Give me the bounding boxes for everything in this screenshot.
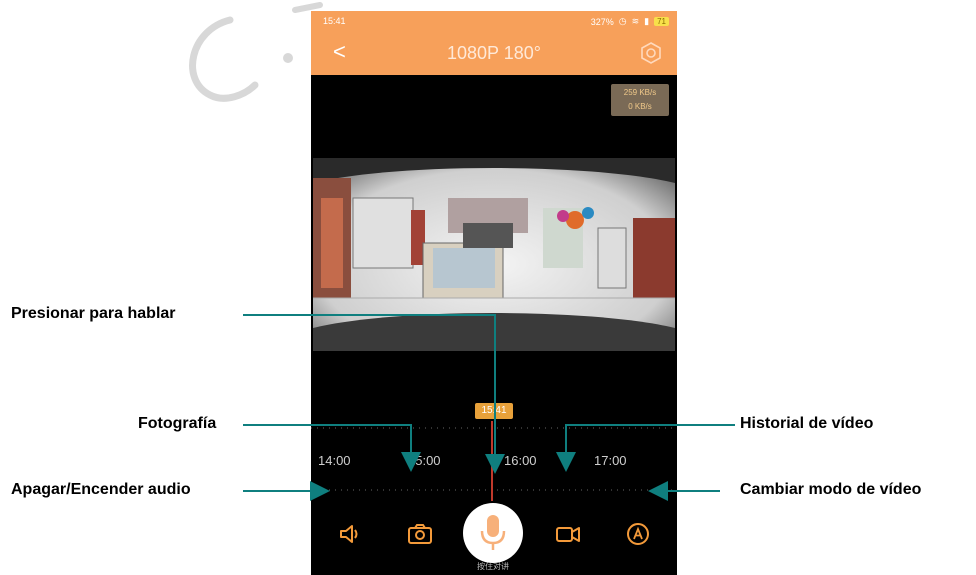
- annotation-photo: Fotografía: [138, 415, 217, 432]
- annotation-talk: Presionar para hablar: [11, 305, 176, 322]
- battery-icon: 71: [654, 17, 669, 26]
- timeline-current-time: 15:41: [475, 403, 513, 419]
- push-to-talk-button[interactable]: [463, 503, 523, 563]
- wifi-icon: ≋: [631, 16, 640, 26]
- status-bar: 15:41 327% ◷ ≋ ▮ 71: [311, 14, 677, 30]
- video-feed[interactable]: [313, 158, 675, 351]
- bottom-toolbar: 按住对讲: [311, 503, 677, 575]
- bitrate-line-2: 0 KB/s: [628, 102, 652, 111]
- signal-icon: ▮: [644, 16, 650, 26]
- nav-bar: < 1080P 180°: [311, 35, 677, 75]
- camera-icon[interactable]: [406, 520, 434, 548]
- status-text: 327%: [590, 16, 614, 27]
- status-time: 15:41: [323, 16, 346, 26]
- microphone-icon: [480, 515, 506, 550]
- annotation-mode: Cambiar modo de vídeo: [740, 481, 922, 498]
- mode-icon[interactable]: [624, 520, 652, 548]
- phone-screen: 15:41 327% ◷ ≋ ▮ 71 < 1080P 180° 259 KB/…: [311, 11, 677, 575]
- timeline-label: 16:00: [504, 453, 537, 468]
- alarm-icon: ◷: [618, 16, 627, 26]
- timeline-label: 15:00: [408, 453, 441, 468]
- timeline-label: 17:00: [594, 453, 627, 468]
- watermark: [189, 2, 323, 102]
- settings-icon[interactable]: [639, 41, 663, 65]
- timeline-label: 14:00: [318, 453, 351, 468]
- annotation-audio: Apagar/Encender audio: [11, 481, 191, 498]
- video-record-icon[interactable]: [554, 520, 582, 548]
- speaker-icon[interactable]: [336, 520, 364, 548]
- page-title: 1080P 180°: [447, 43, 541, 63]
- push-to-talk-label: 按住对讲: [477, 562, 509, 571]
- bitrate-line-1: 259 KB/s: [623, 88, 657, 97]
- status-indicators: 327% ◷ ≋ ▮ 71: [591, 16, 669, 27]
- annotation-history: Historial de vídeo: [740, 415, 874, 432]
- bitrate-badge: 259 KB/s 0 KB/s: [611, 84, 669, 116]
- header-bar: 15:41 327% ◷ ≋ ▮ 71 < 1080P 180°: [311, 11, 677, 75]
